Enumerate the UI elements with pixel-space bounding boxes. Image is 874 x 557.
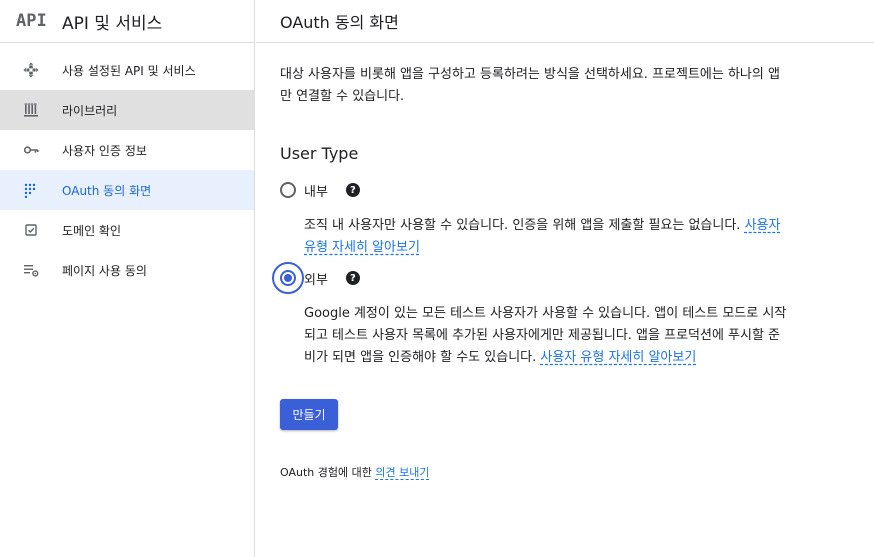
key-icon <box>23 142 39 158</box>
sidebar-title: API 및 서비스 <box>62 13 163 34</box>
sidebar-item-library[interactable]: 라이브러리 <box>0 90 254 130</box>
external-label: 외부 <box>304 272 328 288</box>
sidebar-item-label: 사용자 인증 정보 <box>62 143 147 158</box>
page-header: OAuth 동의 화면 <box>256 0 874 43</box>
external-radio-focus-ring[interactable] <box>272 262 304 294</box>
create-button[interactable]: 만들기 <box>280 399 338 430</box>
page-title: OAuth 동의 화면 <box>280 13 399 32</box>
library-icon <box>23 102 39 118</box>
internal-label: 내부 <box>304 184 328 200</box>
main-content: 대상 사용자를 비롯해 앱을 구성하고 등록하려는 방식을 선택하세요. 프로젝… <box>272 64 790 480</box>
feedback-prefix: OAuth 경험에 대한 <box>280 466 372 479</box>
help-icon[interactable]: ? <box>345 271 360 285</box>
sidebar-item-credentials[interactable]: 사용자 인증 정보 <box>0 130 254 170</box>
sidebar-item-label: 페이지 사용 동의 <box>62 263 147 278</box>
sidebar-item-label: 라이브러리 <box>62 103 118 118</box>
apis-move-icon <box>23 62 39 78</box>
internal-description-text: 조직 내 사용자만 사용할 수 있습니다. 인증을 위해 앱을 제출할 필요는 … <box>304 218 741 233</box>
user-type-heading: User Type <box>280 144 359 163</box>
sidebar-item-label: OAuth 동의 화면 <box>62 183 152 198</box>
sidebar-header: API API 및 서비스 <box>0 0 254 43</box>
sidebar-item-domain-verification[interactable]: 도메인 확인 <box>0 210 254 250</box>
sidebar-item-label: 사용 설정된 API 및 서비스 <box>62 63 196 78</box>
sidebar-item-enabled-apis[interactable]: 사용 설정된 API 및 서비스 <box>0 50 254 90</box>
oauth-dots-icon <box>23 182 39 198</box>
checkbox-icon <box>23 222 39 238</box>
intro-text: 대상 사용자를 비롯해 앱을 구성하고 등록하려는 방식을 선택하세요. 프로젝… <box>280 67 780 104</box>
internal-description: 조직 내 사용자만 사용할 수 있습니다. 인증을 위해 앱을 제출할 필요는 … <box>304 215 790 259</box>
sidebar-item-label: 도메인 확인 <box>62 223 122 238</box>
sidebar-nav: 사용 설정된 API 및 서비스 라이브러리 사용자 인증 정보 OAuth 동… <box>0 50 254 290</box>
option-external[interactable]: 외부 ? <box>272 262 790 294</box>
external-learn-more-link[interactable]: 사용자 유형 자세히 알아보기 <box>540 350 696 365</box>
sidebar-item-oauth-consent[interactable]: OAuth 동의 화면 <box>0 170 254 210</box>
list-settings-icon <box>23 262 39 278</box>
option-internal[interactable]: 내부 ? <box>280 179 790 201</box>
api-logo: API <box>16 11 47 31</box>
help-icon[interactable]: ? <box>345 183 360 197</box>
sidebar-item-page-usage-agreements[interactable]: 페이지 사용 동의 <box>0 250 254 290</box>
feedback-line: OAuth 경험에 대한 의견 보내기 <box>280 464 790 480</box>
external-description: Google 계정이 있는 모든 테스트 사용자가 사용할 수 있습니다. 앱이… <box>304 303 790 369</box>
external-radio[interactable] <box>280 270 296 286</box>
internal-radio[interactable] <box>280 182 296 198</box>
sidebar: API API 및 서비스 사용 설정된 API 및 서비스 라이브러리 사용자… <box>0 0 255 557</box>
send-feedback-link[interactable]: 의견 보내기 <box>375 466 429 479</box>
